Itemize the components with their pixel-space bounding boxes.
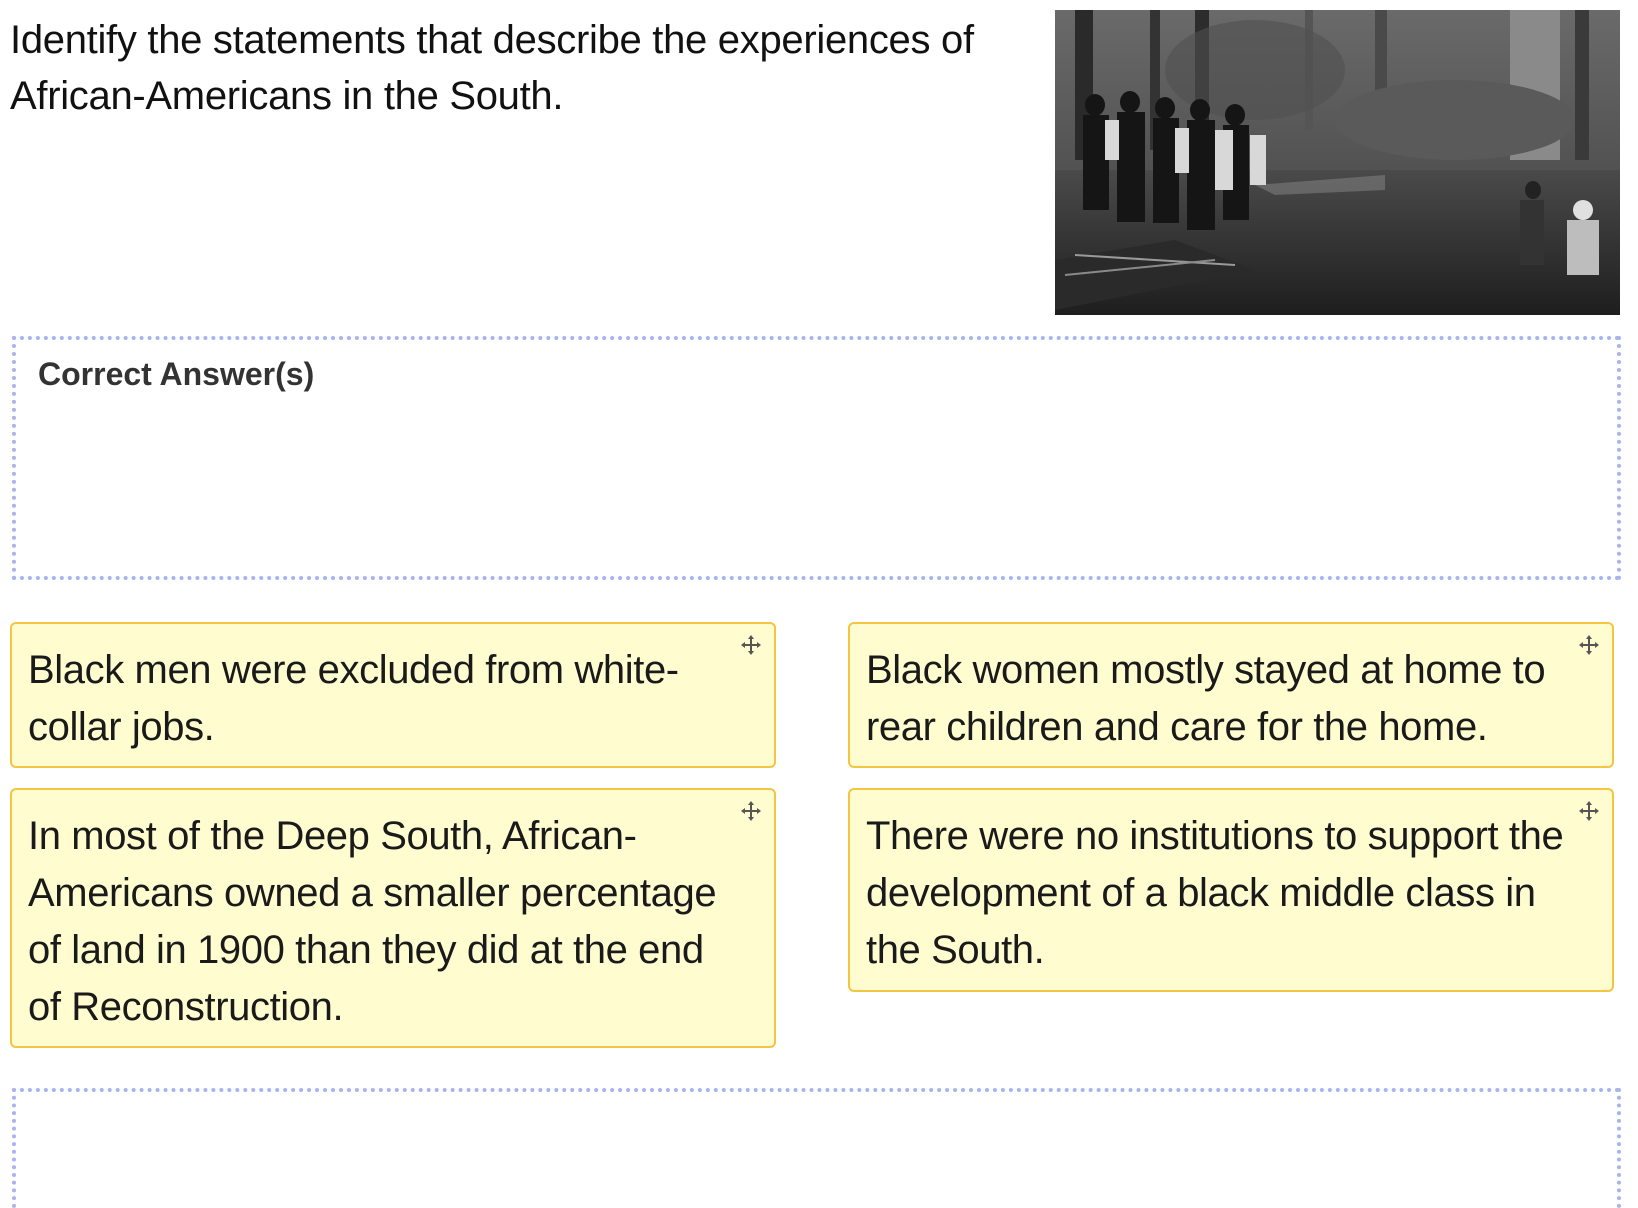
question-text: Identify the statements that describe th… <box>10 18 974 118</box>
answer-card-women-home[interactable]: Black women mostly stayed at home to rea… <box>848 622 1614 768</box>
correct-answers-dropzone[interactable]: Correct Answer(s) <box>12 336 1621 580</box>
answer-card-land-ownership[interactable]: In most of the Deep South, African-Ameri… <box>10 788 776 1048</box>
answer-pool-dropzone[interactable] <box>12 1088 1621 1208</box>
move-icon[interactable] <box>740 634 762 656</box>
move-icon[interactable] <box>1578 800 1600 822</box>
correct-answers-title: Correct Answer(s) <box>38 356 315 392</box>
answer-card-white-collar[interactable]: Black men were excluded from white-colla… <box>10 622 776 768</box>
answer-card-text: Black women mostly stayed at home to rea… <box>866 648 1546 749</box>
answer-card-text: In most of the Deep South, African-Ameri… <box>28 814 717 1029</box>
answer-card-text: Black men were excluded from white-colla… <box>28 648 679 749</box>
answer-card-text: There were no institutions to support th… <box>866 814 1564 972</box>
move-icon[interactable] <box>1578 634 1600 656</box>
answer-card-middle-class[interactable]: There were no institutions to support th… <box>848 788 1614 992</box>
question-photo <box>1055 10 1620 315</box>
move-icon[interactable] <box>740 800 762 822</box>
